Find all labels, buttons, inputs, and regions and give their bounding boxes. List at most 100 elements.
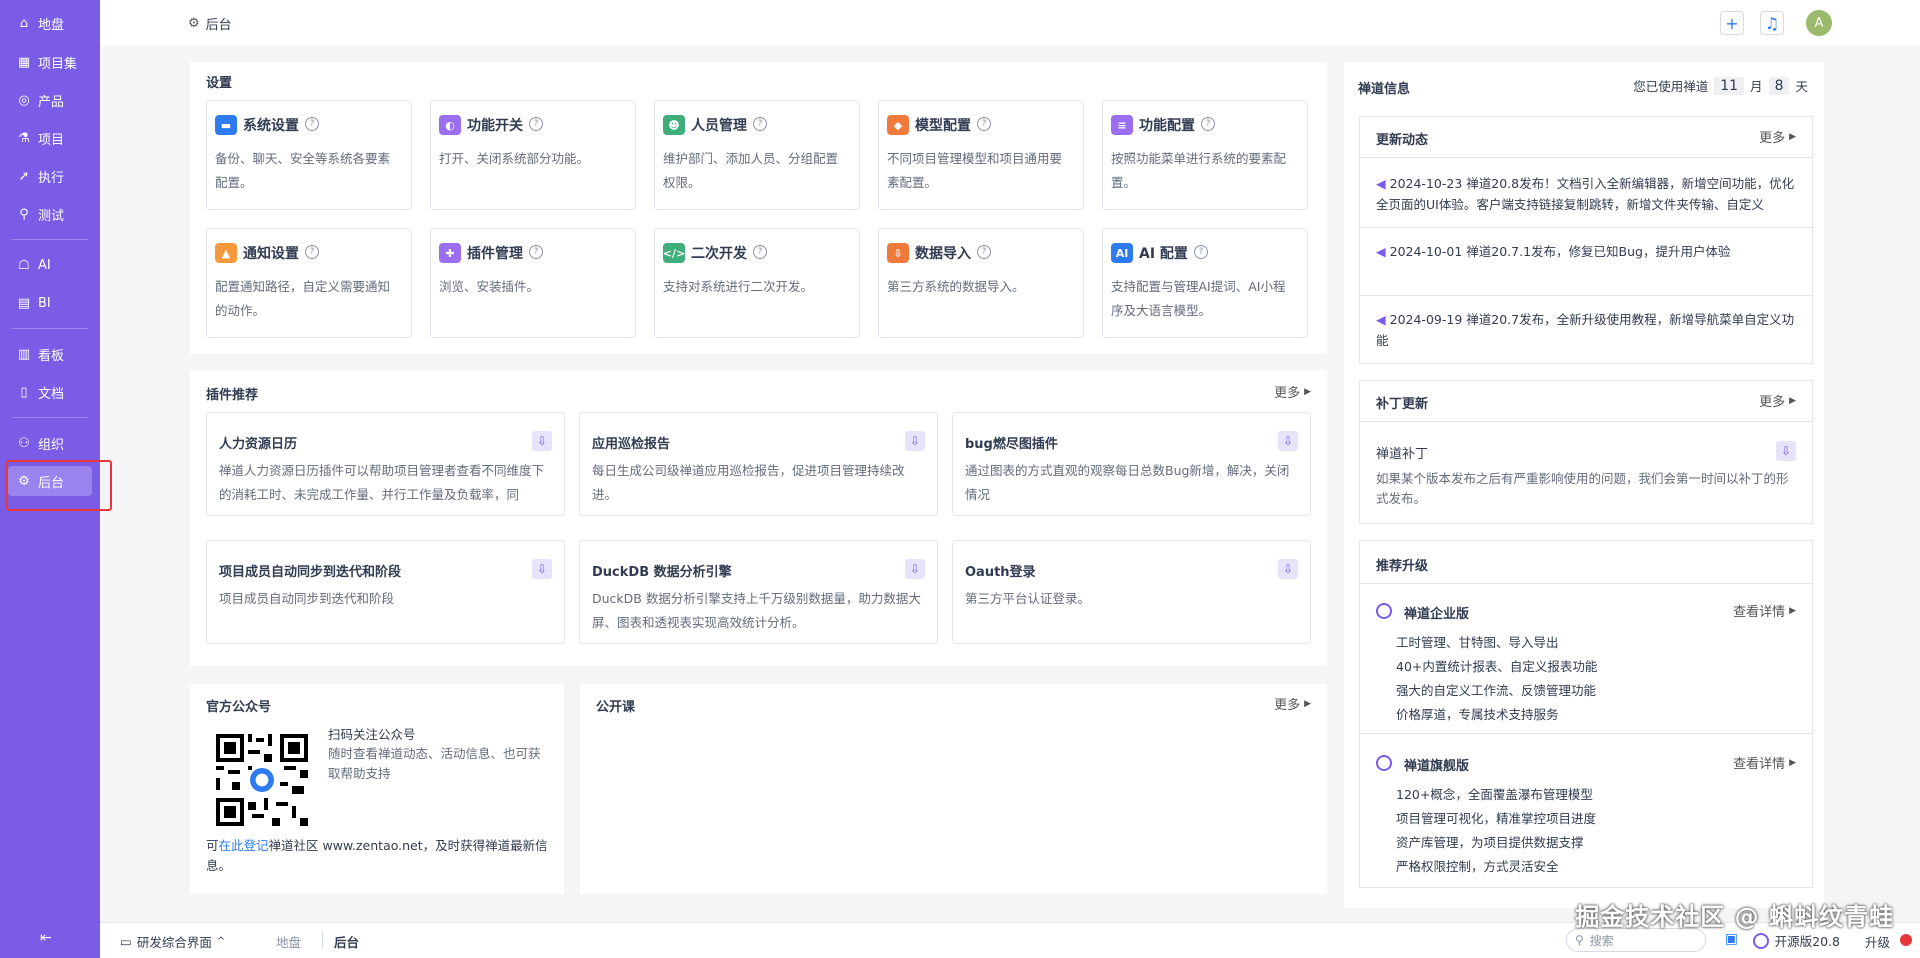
- edition-detail-link[interactable]: 查看详情 ▶: [1733, 753, 1796, 772]
- nav-label: 测试: [38, 208, 65, 224]
- settings-card-icon: ◆: [887, 115, 909, 135]
- courses-more-link[interactable]: 更多 ▶: [1274, 694, 1311, 713]
- location-icon: ◎: [18, 92, 30, 108]
- settings-card-title: 功能配置: [1139, 118, 1195, 134]
- help-icon[interactable]: ?: [977, 245, 991, 259]
- download-button[interactable]: ⇩: [1278, 431, 1298, 451]
- caret-right-icon: ▶: [1789, 605, 1796, 616]
- nav-project[interactable]: ⚗ 项目: [8, 123, 92, 153]
- settings-card[interactable]: AI AI 配置? 支持配置与管理AI提词、AI小程序及大语言模型。: [1102, 228, 1308, 338]
- feature-item: 120+概念，全面覆盖瀑布管理模型: [1396, 787, 1593, 802]
- feature-item: 40+内置统计报表、自定义报表功能: [1396, 659, 1598, 674]
- settings-card[interactable]: ⇩ 数据导入? 第三方系统的数据导入。: [878, 228, 1084, 338]
- news-date: 2024-10-23: [1389, 176, 1463, 191]
- nav-label: AI: [38, 257, 51, 273]
- download-button[interactable]: ⇩: [532, 559, 552, 579]
- upgrade-link[interactable]: 升级: [1865, 932, 1890, 951]
- help-icon[interactable]: ?: [529, 245, 543, 259]
- plugin-card[interactable]: Oauth登录 ⇩ 第三方平台认证登录。: [952, 540, 1311, 644]
- search-placeholder: 搜索: [1589, 933, 1614, 948]
- nav-test[interactable]: ⚲ 测试: [8, 199, 92, 229]
- settings-card-icon: ⇩: [887, 243, 909, 263]
- feature-item: 资产库管理，为项目提供数据支撑: [1396, 835, 1584, 850]
- plugin-card[interactable]: bug燃尽图插件 ⇩ 通过图表的方式直观的观察每日总数Bug新增，解决，关闭情况: [952, 412, 1311, 516]
- nav-admin[interactable]: ⚙ 后台: [8, 466, 92, 496]
- plugin-card[interactable]: 项目成员自动同步到迭代和阶段 ⇩ 项目成员自动同步到迭代和阶段: [206, 540, 565, 644]
- nav-home[interactable]: ⌂ 地盘: [8, 8, 92, 38]
- help-icon[interactable]: ?: [753, 117, 767, 131]
- download-button[interactable]: ⇩: [532, 431, 552, 451]
- megaphone-icon: ◀: [1376, 244, 1386, 259]
- help-icon[interactable]: ?: [529, 117, 543, 131]
- help-icon[interactable]: ?: [1201, 117, 1215, 131]
- download-icon: ⇩: [1282, 434, 1294, 448]
- help-icon[interactable]: ?: [305, 117, 319, 131]
- rocket-icon: ➚: [18, 168, 30, 184]
- avatar[interactable]: A: [1806, 10, 1832, 36]
- ui-switch[interactable]: ▭ 研发综合界面 ^: [120, 932, 225, 951]
- settings-card-desc: 浏览、安装插件。: [439, 279, 540, 294]
- plugin-card[interactable]: 应用巡检报告 ⇩ 每日生成公司级禅道应用巡检报告，促进项目管理持续改进。: [579, 412, 938, 516]
- nav-divider: [12, 417, 88, 418]
- divider: [1360, 227, 1812, 228]
- updates-box: 更新动态 更多 ▶ ◀ 2024-10-23 禅道20.8发布！文档引入全新编辑器，…: [1359, 116, 1813, 364]
- settings-card[interactable]: </> 二次开发? 支持对系统进行二次开发。: [654, 228, 860, 338]
- download-button[interactable]: ⇩: [905, 559, 925, 579]
- edition-name: 禅道企业版: [1404, 607, 1470, 622]
- download-button[interactable]: ⇩: [905, 431, 925, 451]
- nav-doc[interactable]: ▯ 文档: [8, 377, 92, 407]
- settings-card[interactable]: ◐ 功能开关? 打开、关闭系统部分功能。: [430, 100, 636, 210]
- patch-download-button[interactable]: ⇩: [1776, 441, 1796, 461]
- plugin-card[interactable]: DuckDB 数据分析引擎 ⇩ DuckDB 数据分析引擎支持上千万级别数据量，助力…: [579, 540, 938, 644]
- help-icon[interactable]: ?: [305, 245, 319, 259]
- updates-more-link[interactable]: 更多 ▶: [1759, 127, 1796, 146]
- collapse-sidebar-button[interactable]: ⇤: [40, 930, 52, 946]
- nav-org[interactable]: ⚇ 组织: [8, 428, 92, 458]
- plugin-card[interactable]: 人力资源日历 ⇩ 禅道人力资源日历插件可以帮助项目管理者查看不同维度下的消耗工时、未…: [206, 412, 565, 516]
- nav-ai[interactable]: ☖ AI: [8, 250, 92, 280]
- settings-card[interactable]: ◆ 模型配置? 不同项目管理模型和项目通用要素配置。: [878, 100, 1084, 210]
- divider: [1360, 295, 1812, 296]
- nav-kanban[interactable]: ▥ 看板: [8, 339, 92, 369]
- news-text: 禅道20.7.1发布，修复已知Bug，提升用户体验: [1466, 244, 1731, 259]
- plugin-desc: 禅道人力资源日历插件可以帮助项目管理者查看不同维度下的消耗工时、未完成工作量、并…: [219, 463, 545, 502]
- settings-card[interactable]: ≡ 功能配置? 按照功能菜单进行系统的要素配置。: [1102, 100, 1308, 210]
- courses-title: 公开课: [596, 700, 636, 715]
- register-link[interactable]: 在此登记: [219, 838, 269, 853]
- footer-crumb-home[interactable]: 地盘: [276, 932, 301, 951]
- divider: [1360, 583, 1812, 584]
- edition-detail-link[interactable]: 查看详情 ▶: [1733, 601, 1796, 620]
- patches-box: 补丁更新 更多 ▶ 禅道补丁 ⇩ 如果某个版本发布之后有严重影响使用的问题，我们会…: [1359, 380, 1813, 524]
- nav-product[interactable]: ◎ 产品: [8, 85, 92, 115]
- nav-program[interactable]: ▦ 项目集: [8, 47, 92, 77]
- create-button[interactable]: +: [1720, 11, 1744, 35]
- nav-bi[interactable]: ▤ BI: [8, 288, 92, 318]
- news-item[interactable]: ◀ 2024-10-23 禅道20.8发布！文档引入全新编辑器，新增空间功能，优化…: [1376, 173, 1796, 215]
- grid-icon: ▦: [17, 54, 31, 70]
- chevron-up-icon: ^: [216, 936, 226, 947]
- news-item[interactable]: ◀ 2024-09-19 禅道20.7发布，全新升级使用教程，新增导航菜单自定义功…: [1376, 309, 1796, 351]
- news-date: 2024-10-01: [1389, 244, 1463, 259]
- notification-button[interactable]: ♫: [1760, 11, 1784, 35]
- feature-item: 严格权限控制，方式灵活安全: [1396, 859, 1559, 874]
- chat-icon[interactable]: ▣: [1725, 931, 1738, 947]
- doc-icon: ▯: [20, 384, 28, 400]
- news-item[interactable]: ◀ 2024-10-01 禅道20.7.1发布，修复已知Bug，提升用户体验: [1376, 241, 1796, 262]
- plugin-title: DuckDB 数据分析引擎: [592, 565, 732, 580]
- settings-card[interactable]: ▲ 通知设置? 配置通知路径，自定义需要通知的动作。: [206, 228, 412, 338]
- settings-card[interactable]: ☻ 人员管理? 维护部门、添加人员、分组配置权限。: [654, 100, 860, 210]
- page-title: ⚙ 后台: [188, 14, 232, 33]
- settings-card-desc: 第三方系统的数据导入。: [887, 279, 1025, 294]
- settings-card[interactable]: ✚ 插件管理? 浏览、安装插件。: [430, 228, 636, 338]
- nav-label: 看板: [38, 348, 65, 364]
- patches-more-link[interactable]: 更多 ▶: [1759, 391, 1796, 410]
- plugins-more-link[interactable]: 更多 ▶: [1274, 382, 1311, 401]
- help-icon[interactable]: ?: [753, 245, 767, 259]
- help-icon[interactable]: ?: [1194, 245, 1208, 259]
- home-icon: ⌂: [19, 15, 29, 31]
- settings-card-title: 二次开发: [691, 246, 747, 262]
- nav-execution[interactable]: ➚ 执行: [8, 161, 92, 191]
- download-button[interactable]: ⇩: [1278, 559, 1298, 579]
- help-icon[interactable]: ?: [977, 117, 991, 131]
- settings-card[interactable]: ▬ 系统设置? 备份、聊天、安全等系统各要素配置。: [206, 100, 412, 210]
